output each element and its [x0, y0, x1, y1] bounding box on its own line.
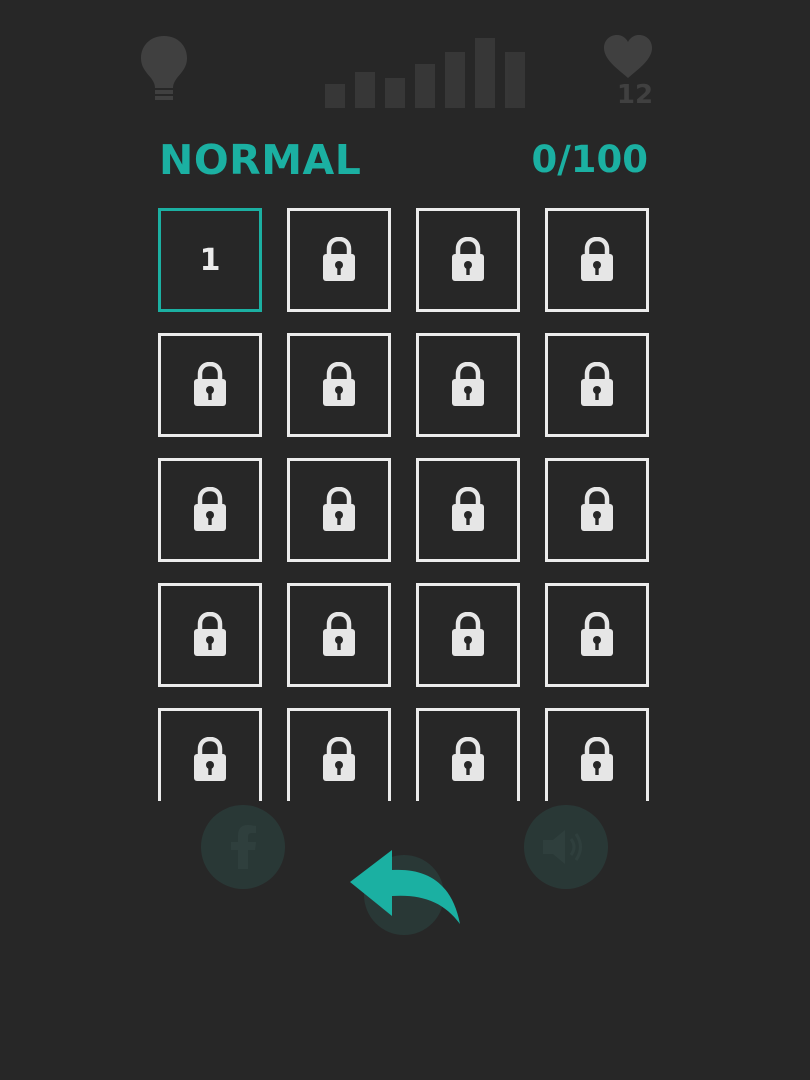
lock-icon [581, 237, 613, 281]
speaker-icon [524, 805, 608, 889]
level-tile-locked[interactable] [545, 583, 649, 687]
level-number: 1 [199, 242, 221, 278]
lock-icon [452, 237, 484, 281]
bar [385, 78, 405, 108]
lock-icon [581, 487, 613, 531]
level-tile-locked[interactable] [416, 208, 520, 312]
level-tile-locked[interactable] [416, 708, 520, 801]
level-tile-locked[interactable] [545, 708, 649, 801]
bar [475, 38, 495, 108]
lock-icon [452, 612, 484, 656]
lives-count: 12 [616, 80, 654, 110]
level-tile-locked[interactable] [287, 458, 391, 562]
level-tile-locked[interactable] [158, 583, 262, 687]
bar [505, 52, 525, 108]
lives-indicator: 12 [602, 34, 654, 110]
level-tile-locked[interactable] [416, 333, 520, 437]
level-tile-locked[interactable] [287, 583, 391, 687]
bar [445, 52, 465, 108]
heart-icon [604, 35, 652, 78]
lock-icon [194, 737, 226, 781]
lock-icon [452, 737, 484, 781]
level-tile-locked[interactable] [287, 333, 391, 437]
level-tile-locked[interactable] [416, 458, 520, 562]
level-grid-viewport[interactable]: 1 [158, 208, 652, 801]
signal-bars [325, 38, 525, 108]
lock-icon [323, 362, 355, 406]
back-button[interactable] [348, 848, 464, 928]
level-tile-locked[interactable] [287, 708, 391, 801]
lock-icon [323, 737, 355, 781]
lock-icon [194, 612, 226, 656]
lock-icon [581, 737, 613, 781]
level-tile-locked[interactable] [158, 458, 262, 562]
lock-icon [581, 362, 613, 406]
mode-title: NORMAL [159, 136, 362, 184]
level-tile-locked[interactable] [158, 708, 262, 801]
level-tile-locked[interactable] [287, 208, 391, 312]
level-tile-locked[interactable] [545, 333, 649, 437]
lock-icon [452, 362, 484, 406]
lock-icon [194, 487, 226, 531]
lock-icon [323, 237, 355, 281]
lock-icon [452, 487, 484, 531]
lock-icon [323, 612, 355, 656]
level-tile-locked[interactable] [158, 333, 262, 437]
lightbulb-icon [138, 34, 190, 106]
facebook-icon [201, 805, 285, 889]
level-select-screen: 12 NORMAL 0/100 1 [0, 0, 810, 1080]
bar [325, 84, 345, 108]
lock-icon [581, 612, 613, 656]
level-tile-unlocked[interactable]: 1 [158, 208, 262, 312]
lock-icon [323, 487, 355, 531]
lock-icon [194, 362, 226, 406]
level-grid: 1 [158, 208, 652, 801]
bar [415, 64, 435, 108]
level-progress: 0/100 [531, 138, 649, 181]
back-arrow-icon [350, 850, 460, 924]
level-tile-locked[interactable] [545, 208, 649, 312]
level-tile-locked[interactable] [545, 458, 649, 562]
level-tile-locked[interactable] [416, 583, 520, 687]
bar [355, 72, 375, 108]
